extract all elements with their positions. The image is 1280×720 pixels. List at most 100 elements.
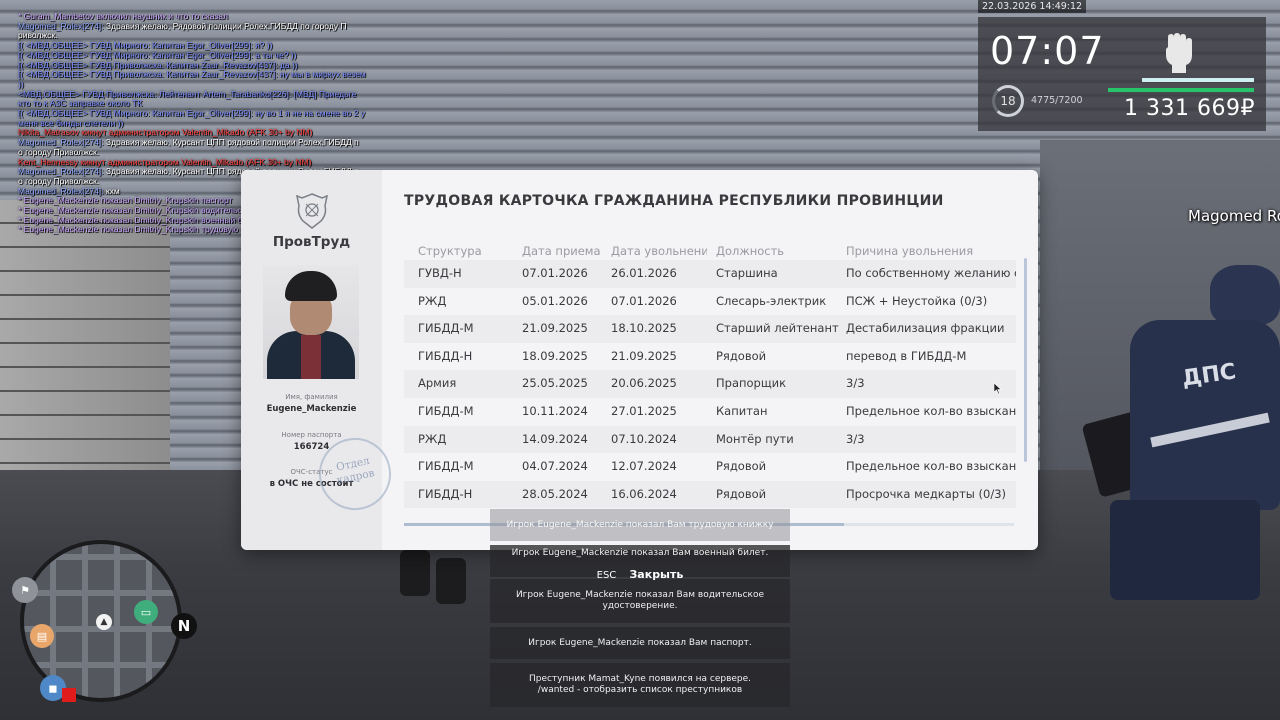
employment-table[interactable]: Структура Дата приема Дата увольнения До… <box>404 238 1016 508</box>
esc-key-hint: ESC <box>596 570 617 581</box>
chat-nick: Magomed_Rolex[274]: <box>18 20 104 31</box>
card-title: ТРУДОВАЯ КАРТОЧКА ГРАЖДАНИНА РЕСПУБЛИКИ … <box>404 193 944 209</box>
table-row: РЖД 05.01.2026 07.01.2026 Слесарь-электрик П… <box>404 288 1016 316</box>
date-time: 22.03.2026 14:49:12 <box>978 0 1087 13</box>
cell-structure: ГИБДД-М <box>418 459 474 474</box>
chat-message: о городу Приволжск. <box>18 146 100 157</box>
close-button[interactable]: Закрыть <box>629 568 683 581</box>
citizen-name: Eugene_Mackenzie <box>266 404 357 414</box>
hud-panel: 07:07 18 4775/7200 1 331 669₽ <box>978 17 1266 131</box>
chat-nick: Magomed_Rolex[274]: <box>18 137 104 148</box>
table-row: ГИБДД-Н 28.05.2024 16.06.2024 Рядовой Просро… <box>404 480 1016 508</box>
chat-nick: )) <box>18 78 24 89</box>
cell-structure: ГИБДД-М <box>418 404 474 418</box>
notification-text: Игрок Eugene_Mackenzie показал Вам трудо… <box>506 519 774 530</box>
notification-text: Игрок Eugene_Mackenzie показал Вам военн… <box>511 548 769 558</box>
notification-text: Игрок Eugene_Mackenzie показал Вам водит… <box>515 590 765 600</box>
table-row: РЖД 14.09.2024 07.10.2024 Монтёр пути 3/3 <box>404 425 1016 454</box>
cell-dismiss-date: 18.10.2025 <box>611 321 677 336</box>
cell-dismiss-date: 12.07.2024 <box>611 459 677 474</box>
cursor-icon <box>994 383 1002 394</box>
chat-message: Здравия желаю, Рядовой полиции Ролех,ГИБ… <box>105 20 347 31</box>
notification-text: /wanted - отобразить список преступников <box>537 685 743 695</box>
cell-structure: Армия <box>418 376 457 391</box>
cell-structure: ГУВД-Н <box>418 266 462 280</box>
level-badge: 18 <box>992 85 1024 117</box>
cell-position: Монтёр пути <box>716 431 794 446</box>
experience-counter: 4775/7200 <box>1031 95 1083 106</box>
chat-nick: * Eugene_Mackenzie показал Dmitriy_Krups… <box>18 195 233 206</box>
chat-message: риволжск. <box>18 30 58 41</box>
cell-dismiss-reason: Просрочка медкарты (0/3) <box>846 486 1006 501</box>
health-bar <box>1142 78 1254 82</box>
chat-line: Magomed_Rolex[274]: Здравия желаю, Рядов… <box>18 20 370 32</box>
chat-nick: [( <МВД.ОБЩЕЕ> ГУВД Мирного: Капитан Ego… <box>18 49 297 60</box>
col-hire-date: Дата приема <box>522 244 601 258</box>
col-structure: Структура <box>418 244 482 258</box>
cell-hire-date: 05.01.2026 <box>522 293 588 308</box>
cell-structure: ГИБДД-Н <box>418 486 473 501</box>
chat-line: [( <МВД.ОБЩЕЕ> ГУВД Приволжска: Капитан … <box>18 69 370 80</box>
cell-structure: ГИБДД-Н <box>418 348 473 363</box>
close-control: ESC Закрыть <box>490 568 790 584</box>
player-nametag: Magomed Ro <box>1188 207 1280 225</box>
cell-hire-date: 21.09.2025 <box>522 321 588 336</box>
notification-text: удостоверение. <box>602 601 678 611</box>
coat-of-arms-icon <box>295 193 329 229</box>
chat-message: Здравия желаю, Курсант ЦПП рядовой полиц… <box>105 137 359 148</box>
cell-dismiss-date: 20.06.2025 <box>611 376 677 391</box>
notification: Игрок Eugene_Mackenzie показал Вам водит… <box>490 579 790 623</box>
table-row: ГИБДД-М 10.11.2024 27.01.2025 Капитан Предел… <box>404 398 1016 426</box>
cell-position: Рядовой <box>716 459 767 474</box>
col-dismiss-reason: Причина увольнения <box>846 244 974 258</box>
fist-icon <box>1166 33 1192 73</box>
cell-dismiss-date: 07.10.2024 <box>611 431 677 446</box>
cell-position: Старший лейтенант <box>716 321 839 336</box>
marker-square-icon <box>62 688 76 702</box>
police-character: ДПС <box>1081 265 1280 605</box>
cell-structure: ГИБДД-М <box>418 321 474 336</box>
name-label: Имя, фамилия <box>285 393 338 401</box>
cell-position: Капитан <box>716 404 768 418</box>
game-clock: 07:07 <box>990 29 1105 73</box>
citizen-photo <box>263 265 359 379</box>
cell-dismiss-date: 16.06.2024 <box>611 486 677 501</box>
cell-dismiss-date: 21.09.2025 <box>611 348 677 363</box>
north-indicator: N <box>171 613 197 639</box>
table-header: Структура Дата приема Дата увольнения До… <box>404 240 1016 258</box>
cell-hire-date: 14.09.2024 <box>522 431 588 446</box>
notification: Игрок Eugene_Mackenzie показал Вам паспо… <box>490 627 790 659</box>
cell-hire-date: 10.11.2024 <box>522 404 588 418</box>
chat-nick: кто то к АЗС заправке около ТК <box>18 98 143 109</box>
cell-dismiss-reason: Дестабилизация фракции <box>846 321 1005 336</box>
labour-card-modal: ПровТруд Имя, фамилия Eugene_Mackenzie Н… <box>241 170 1038 550</box>
cell-dismiss-date: 07.01.2026 <box>611 293 677 308</box>
cell-structure: РЖД <box>418 293 447 308</box>
table-row: ГИБДД-М 21.09.2025 18.10.2025 Старший лейте… <box>404 315 1016 343</box>
cell-dismiss-reason: По собственному желанию с о <box>846 266 1016 280</box>
cell-dismiss-reason: Предельное кол-во взысканий <box>846 459 1016 474</box>
armor-bar <box>1108 88 1254 92</box>
brick-wall <box>0 200 170 500</box>
player-feet <box>400 550 475 610</box>
chat-message: о городу Приволжск. <box>18 175 100 186</box>
notification: Преступник Mamat_Kyne появился на сервер… <box>490 663 790 707</box>
table-row: Армия 25.05.2025 20.06.2025 Прапорщик 3/3 <box>404 370 1016 398</box>
chat-nick: * Eugene_Mackenzie показал Dmitriy_Krups… <box>18 224 268 235</box>
table-row: ГИБДД-М 04.07.2024 12.07.2024 Рядовой Предел… <box>404 453 1016 481</box>
bus-icon: ▭ <box>134 600 158 624</box>
shop-icon: ▤ <box>30 624 54 648</box>
chat-nick: [( <МВД.ОБЩЕЕ> ГУВД Приволжска: Капитан … <box>18 69 366 80</box>
cell-hire-date: 28.05.2024 <box>522 486 588 501</box>
chat-nick: * Guram_Mambetov включил наушник и что т… <box>18 11 228 21</box>
cell-position: Рядовой <box>716 348 767 363</box>
cell-hire-date: 07.01.2026 <box>522 266 588 280</box>
cell-dismiss-date: 27.01.2025 <box>611 404 677 418</box>
chat-nick: Nikita_Matrasov кикнут администратором V… <box>18 127 313 138</box>
gps-icon[interactable]: ⚑ <box>12 577 38 603</box>
vertical-scrollbar[interactable] <box>1024 258 1027 462</box>
chat-nick: Magomed_Rolex[274]: <box>18 166 104 177</box>
notification: Игрок Eugene_Mackenzie показал Вам трудо… <box>490 509 790 541</box>
col-dismiss-date: Дата увольнения <box>611 244 707 258</box>
table-row: ГИБДД-Н 18.09.2025 21.09.2025 Рядовой перево… <box>404 343 1016 371</box>
